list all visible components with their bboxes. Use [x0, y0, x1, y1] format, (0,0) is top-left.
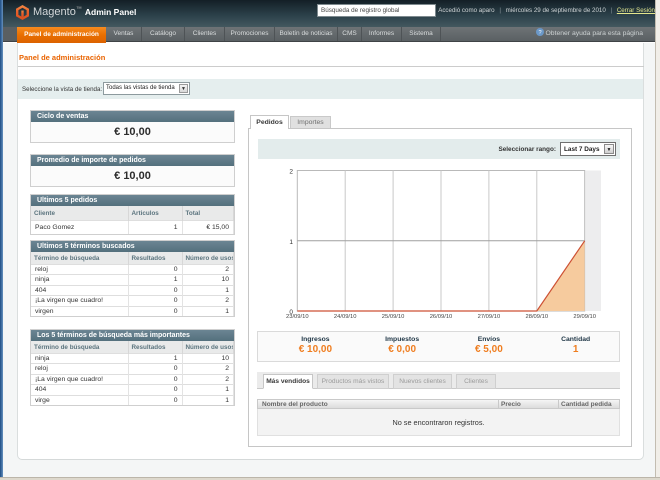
svg-text:23/09/10: 23/09/10	[286, 314, 309, 320]
svg-text:29/09/10: 29/09/10	[573, 314, 596, 320]
svg-text:25/09/10: 25/09/10	[382, 314, 405, 320]
svg-text:26/09/10: 26/09/10	[430, 314, 453, 320]
svg-text:24/09/10: 24/09/10	[334, 314, 357, 320]
svg-text:?: ?	[538, 30, 541, 36]
svg-text:1: 1	[289, 239, 293, 246]
svg-text:2: 2	[289, 169, 293, 176]
svg-text:28/09/10: 28/09/10	[526, 314, 549, 320]
svg-text:27/09/10: 27/09/10	[478, 314, 501, 320]
